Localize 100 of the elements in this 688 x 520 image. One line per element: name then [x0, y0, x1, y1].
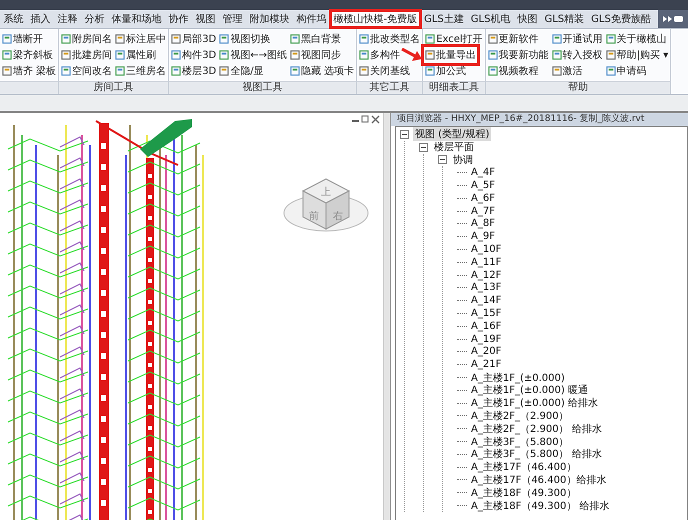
tool-icon: [552, 34, 562, 44]
tree-item[interactable]: A_8F: [469, 218, 497, 230]
panel-title: 项目浏览器 - HHXY_MEP_16#_20181116- 复制_陈义波.rvt: [391, 113, 688, 126]
ribbon-button[interactable]: 批建房间: [60, 47, 114, 63]
ribbon-button[interactable]: 申请码: [604, 63, 648, 79]
tree-item[interactable]: A_6F: [469, 192, 497, 204]
tree-item[interactable]: A_主楼3F_（5.800）: [469, 434, 571, 449]
tree-item[interactable]: 视图 (类型/规程): [413, 127, 492, 142]
ribbon-button[interactable]: 更新软件: [486, 31, 540, 47]
ribbon-tab[interactable]: 系统: [0, 10, 27, 28]
ribbon-button[interactable]: 三维房名: [114, 63, 168, 79]
tree-item[interactable]: A_主楼18F（49.300） 给排水: [469, 498, 612, 513]
tool-icon: [359, 50, 370, 60]
ribbon-button[interactable]: 构件3D: [170, 47, 218, 63]
tree-item[interactable]: A_19F: [469, 334, 504, 345]
ribbon-button[interactable]: 梁齐斜板: [1, 47, 54, 63]
ribbon-tab[interactable]: 管理: [219, 10, 246, 28]
ribbon-button[interactable]: 视图同步: [289, 47, 342, 63]
ribbon-button[interactable]: 标注居中: [114, 31, 168, 47]
ribbon-tab[interactable]: GLS机电: [467, 10, 514, 28]
tool-icon: [552, 66, 562, 76]
ribbon-button[interactable]: 视图←→图纸: [218, 47, 288, 63]
ribbon-button[interactable]: 附房间名: [60, 31, 114, 47]
ribbon-button[interactable]: 属性刷: [114, 47, 158, 63]
ribbon-button[interactable]: 视图切换: [218, 31, 272, 47]
ribbon-tab[interactable]: 插入: [27, 10, 54, 28]
window-controls-icon[interactable]: [352, 115, 380, 124]
tool-icon: [171, 50, 182, 60]
tree-item[interactable]: A_主楼1F_(±0.000) 暖通: [469, 383, 590, 398]
ribbon-tab[interactable]: GLS免费族酷: [588, 10, 654, 28]
ribbon-button[interactable]: 黑白背景: [289, 31, 342, 47]
ribbon-button[interactable]: 关于橄榄山: [604, 31, 668, 47]
ribbon-button[interactable]: 多构件: [358, 47, 402, 63]
ribbon-button[interactable]: 隐藏 选项卡: [289, 63, 356, 79]
collapse-icon[interactable]: [400, 130, 409, 139]
ribbon-tab[interactable]: 快图: [514, 10, 541, 28]
ribbon-button[interactable]: 我要新功能: [486, 47, 550, 63]
ribbon-tab[interactable]: 注释: [54, 10, 81, 28]
tree-item[interactable]: A_13F: [469, 282, 504, 294]
tree-item[interactable]: A_主楼17F（46.400）: [469, 460, 578, 474]
ribbon-tab[interactable]: 视图: [192, 10, 219, 28]
tool-icon: [290, 66, 300, 76]
tree-item[interactable]: A_9F: [469, 231, 497, 242]
tree-item[interactable]: 楼层平面: [432, 140, 476, 154]
tool-icon: [115, 66, 126, 76]
tree-item[interactable]: A_主楼17F（46.400）给排水: [469, 472, 608, 487]
ribbon-button[interactable]: 批量导出: [424, 47, 478, 63]
panel-label: 帮助: [568, 82, 588, 93]
tree-item[interactable]: A_12F: [469, 270, 504, 281]
tool-icon: [606, 34, 616, 44]
ribbon-button[interactable]: 局部3D: [170, 31, 218, 47]
tree-item[interactable]: A_主楼2F_（2.900） 给排水: [469, 422, 604, 436]
tree-item[interactable]: A_11F: [469, 256, 504, 268]
ribbon-tab[interactable]: 体量和场地: [108, 10, 165, 28]
tree-item[interactable]: A_主楼2F_（2.900）: [469, 408, 571, 423]
tree-item[interactable]: A_10F: [469, 244, 504, 256]
tree-item[interactable]: A_15F: [469, 308, 504, 320]
tree-item[interactable]: A_21F: [469, 359, 504, 370]
ribbon-button[interactable]: 批改类型名: [358, 31, 422, 47]
ribbon-button[interactable]: 视频教程: [486, 63, 540, 79]
ribbon-button[interactable]: 墙齐 梁板: [1, 63, 58, 79]
tree-item[interactable]: A_7F: [469, 206, 497, 217]
ribbon-button[interactable]: 加公式: [424, 63, 468, 79]
ribbon-button[interactable]: 全隐/显: [218, 63, 265, 79]
collapse-icon[interactable]: [438, 155, 447, 164]
ribbon-button[interactable]: 帮助|购买 ▾: [604, 47, 670, 63]
ribbon-button[interactable]: 楼层3D: [170, 63, 218, 79]
tree-item[interactable]: A_主楼3F_（5.800） 给排水: [469, 447, 604, 462]
panel-label: 视图工具: [242, 82, 283, 93]
ribbon-button[interactable]: 空间改名: [60, 63, 114, 79]
ribbon-tab[interactable]: GLS土建: [420, 10, 468, 28]
ribbon-tab[interactable]: 分析: [81, 10, 108, 28]
tree-item[interactable]: A_16F: [469, 320, 504, 332]
ribbon-button[interactable]: Excel打开: [424, 31, 484, 47]
ribbon-button[interactable]: 关闭基线: [358, 63, 412, 79]
tool-icon: [219, 34, 230, 44]
ribbon-tab[interactable]: GLS精装: [540, 10, 588, 28]
ribbon-button[interactable]: 墙断开: [1, 31, 44, 47]
tool-icon: [61, 50, 72, 60]
tree-item[interactable]: A_主楼1F_(±0.000): [469, 370, 567, 385]
tree-item[interactable]: A_14F: [469, 295, 504, 306]
collapse-icon[interactable]: [419, 142, 428, 152]
ribbon-tab[interactable]: 附加模块: [246, 10, 293, 28]
overflow-icon[interactable]: [658, 10, 688, 28]
tree-item[interactable]: A_4F: [469, 167, 497, 178]
tree-item[interactable]: A_5F: [469, 180, 497, 192]
tree-item[interactable]: 协调: [451, 153, 475, 167]
tool-icon: [488, 66, 498, 76]
tree-item[interactable]: A_主楼1F_(±0.000) 给排水: [469, 396, 600, 410]
ribbon-button[interactable]: 激活: [550, 63, 584, 79]
scrollbar[interactable]: [383, 113, 390, 520]
tool-icon: [171, 34, 182, 44]
ribbon-tab[interactable]: 协作: [165, 10, 192, 28]
tree-item[interactable]: A_20F: [469, 346, 504, 358]
ribbon-tab[interactable]: 橄榄山快模-免费版: [330, 10, 421, 28]
ribbon-button[interactable]: 开通试用: [550, 31, 604, 47]
ribbon-tab[interactable]: 构件坞: [293, 10, 330, 28]
tool-icon: [115, 34, 126, 44]
tree-item[interactable]: A_主楼18F（49.300）: [469, 486, 578, 500]
ribbon-button[interactable]: 转入授权: [550, 47, 604, 63]
